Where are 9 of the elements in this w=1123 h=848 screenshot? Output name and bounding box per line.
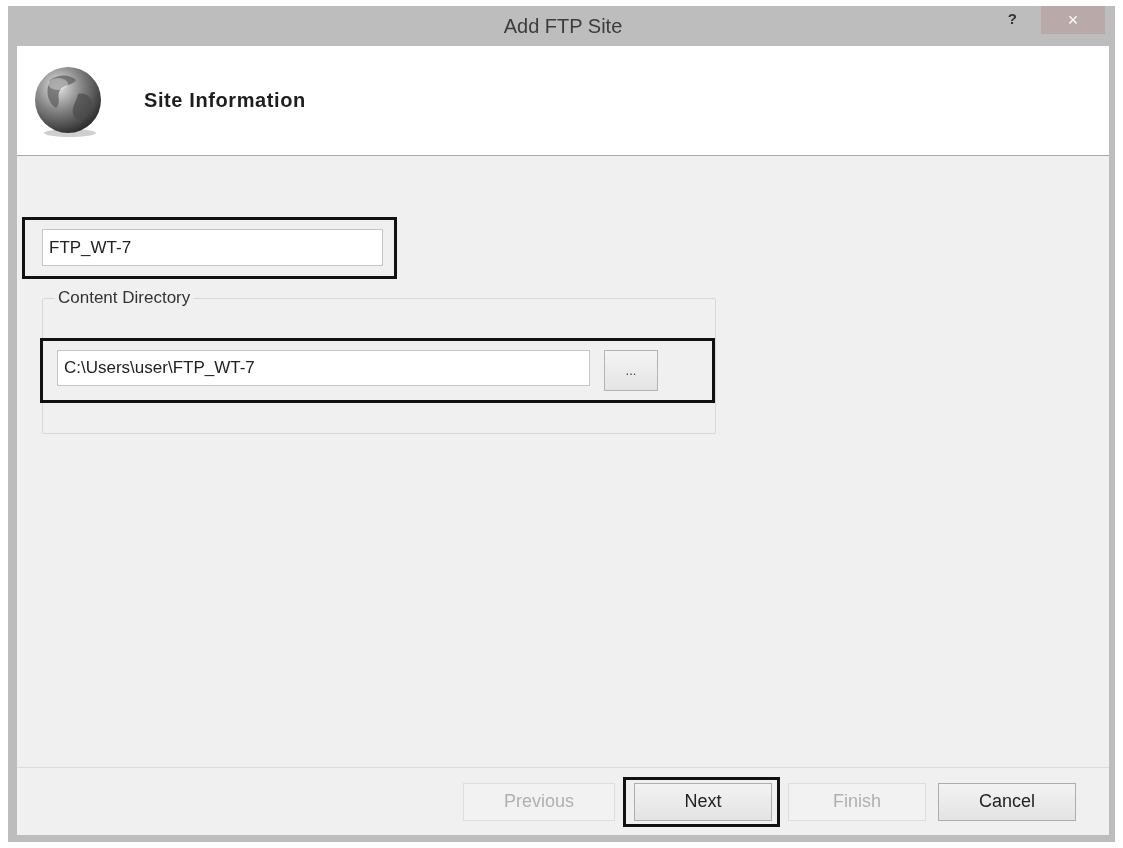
dialog-button[interactable]: Next: [633, 782, 772, 821]
group-label: Content Directory: [57, 288, 192, 308]
page-title: Site Information: [144, 89, 306, 112]
input-field[interactable]: C:\Users\user\FTP_WT-7: [57, 350, 590, 386]
dialog-button[interactable]: Cancel: [937, 782, 1076, 821]
help-button[interactable]: ?: [1003, 10, 1021, 27]
browse-button[interactable]: ...: [604, 350, 658, 391]
input-field[interactable]: FTP_WT-7: [42, 229, 383, 266]
window-title: Add FTP Site: [503, 14, 623, 38]
